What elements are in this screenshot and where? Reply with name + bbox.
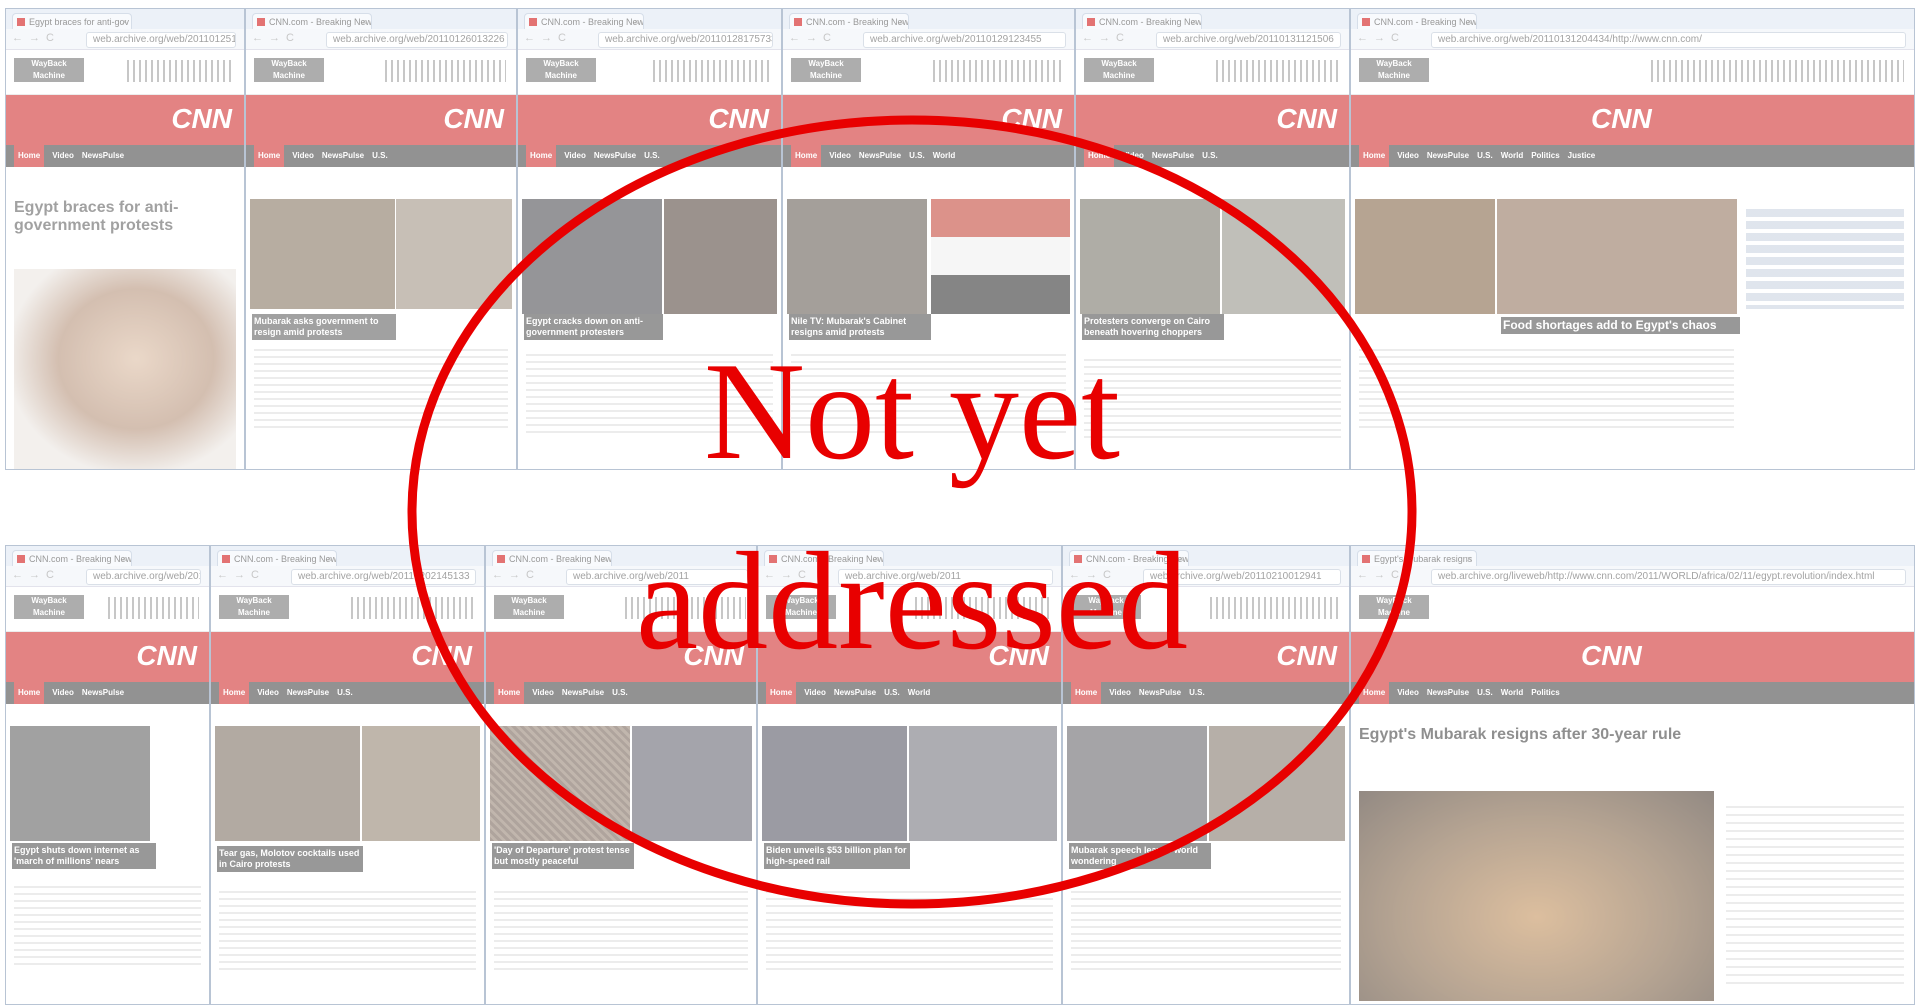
screenshot-10: CNN.com - Breaking New × ←→C web.archive.o… bbox=[757, 545, 1062, 1005]
screenshot-7: CNN.com - Breaking New × ←→C web.archive.o… bbox=[5, 545, 210, 1005]
screenshot-6: CNN.com - Breaking New × ←→C web.archive.o… bbox=[1350, 8, 1915, 470]
screenshot-4: CNN.com - Breaking New × ←→C web.archive.o… bbox=[782, 8, 1075, 470]
screenshot-5: CNN.com - Breaking New × ←→C web.archive.o… bbox=[1075, 8, 1350, 470]
screenshot-9: CNN.com - Breaking New × ←→C web.archive.o… bbox=[485, 545, 757, 1005]
screenshot-12: Egypt's Mubarak resigns × ←→C web.archive.… bbox=[1350, 545, 1915, 1005]
screenshot-3: CNN.com - Breaking New × ←→C web.archive.o… bbox=[517, 8, 782, 470]
screenshot-8: CNN.com - Breaking New × ←→C web.archive.o… bbox=[210, 545, 485, 1005]
screenshot-1: Egypt braces for anti-gov × ←→C web.archiv… bbox=[5, 8, 245, 470]
screenshot-11: CNN.com - Breaking New × ←→C web.archive.o… bbox=[1062, 545, 1350, 1005]
screenshot-2: CNN.com - Breaking New × ←→C web.archive.o… bbox=[245, 8, 517, 470]
